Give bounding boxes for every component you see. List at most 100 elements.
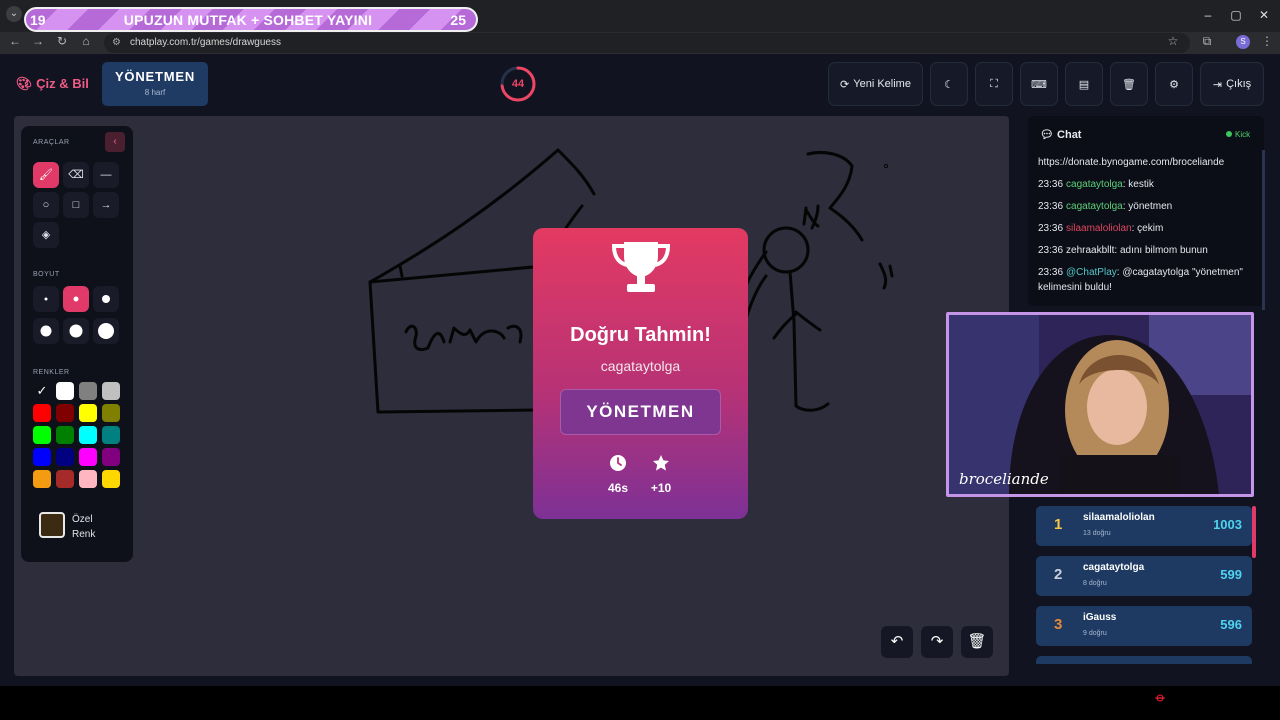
color-swatch[interactable]	[33, 470, 51, 488]
size-option-xs[interactable]	[33, 286, 59, 312]
channel-logo-icon: ⦵	[1154, 688, 1167, 705]
color-swatch[interactable]	[102, 426, 120, 444]
brush-tool[interactable]: 🖌︎	[33, 162, 59, 188]
color-swatch[interactable]	[79, 404, 97, 422]
url-field[interactable]: ⚙ chatplay.com.tr/games/drawguess	[104, 33, 1190, 53]
color-swatch[interactable]	[56, 426, 74, 444]
custom-color-picker[interactable]	[39, 512, 65, 538]
refresh-icon: ⟳	[840, 78, 850, 91]
trash-icon: 🗑︎	[1122, 78, 1136, 91]
chat-panel: 💬︎ Chat Kick https://donate.bynogame.com…	[1028, 116, 1264, 306]
color-swatch[interactable]	[33, 404, 51, 422]
current-word: YÖNETMEN	[114, 69, 196, 84]
size-option-s[interactable]	[63, 286, 89, 312]
site-info-icon[interactable]: ⚙	[112, 33, 121, 53]
redo-button[interactable]: ↷	[921, 626, 953, 658]
color-swatch[interactable]	[102, 448, 120, 466]
leaderboard-row[interactable]: 2 cagataytolga 8 doğru 599	[1036, 556, 1252, 596]
size-option-xxl[interactable]	[93, 318, 119, 344]
arrow-tool[interactable]: →	[93, 192, 119, 218]
square-icon: □	[72, 199, 80, 211]
redo-icon: ↷	[930, 633, 944, 650]
leaderboard-scrollbar[interactable]	[1252, 506, 1256, 558]
size-option-xl[interactable]	[63, 318, 89, 344]
leaderboard-correct-count: 8 doğru	[1083, 580, 1107, 587]
current-word-card: YÖNETMEN 8 harf	[102, 62, 208, 106]
dark-mode-button[interactable]: ☾	[930, 62, 968, 106]
word-letter-count: 8 harf	[144, 88, 166, 97]
back-icon[interactable]: ←	[6, 34, 24, 48]
reload-icon[interactable]: ↻	[53, 34, 71, 48]
tab-list-icon[interactable]: ⌄	[6, 6, 22, 22]
leaderboard-row[interactable]: 1 silaamaloliolan 13 doğru 1003	[1036, 506, 1252, 546]
chat-message-user[interactable]: zehraakbllt	[1066, 245, 1114, 256]
chat-message-time: 23:36	[1038, 201, 1064, 212]
keyboard-button[interactable]: ⌨	[1020, 62, 1058, 106]
circle-tool[interactable]: ○	[33, 192, 59, 218]
trash-icon: 🗑︎	[967, 633, 987, 650]
leaderboard-correct-count: 13 doğru	[1083, 530, 1111, 537]
line-tool[interactable]: —	[93, 162, 119, 188]
fullscreen-button[interactable]: ⛶	[975, 62, 1013, 106]
color-swatch[interactable]	[79, 448, 97, 466]
chat-message-time: 23:36	[1038, 179, 1064, 190]
new-word-button[interactable]: ⟳ Yeni Kelime	[828, 62, 923, 106]
custom-color-label: Özel Renk	[72, 512, 95, 542]
home-icon[interactable]: ⌂	[77, 34, 95, 48]
collapse-panel-button[interactable]: ‹	[105, 132, 125, 152]
extensions-icon[interactable]: ⧉	[1198, 34, 1216, 49]
undo-button[interactable]: ↶	[881, 626, 913, 658]
clear-canvas-button[interactable]: 🗑︎	[961, 626, 993, 658]
size-option-m[interactable]	[93, 286, 119, 312]
color-swatch[interactable]: ✓	[33, 382, 51, 400]
forward-icon[interactable]: →	[29, 34, 47, 48]
archive-button[interactable]: ▤	[1065, 62, 1103, 106]
color-swatch[interactable]	[56, 404, 74, 422]
color-swatch[interactable]	[56, 448, 74, 466]
chat-message-user[interactable]: cagataytolga	[1066, 179, 1123, 190]
color-swatch[interactable]	[56, 382, 74, 400]
chat-message-user[interactable]: cagataytolga	[1066, 201, 1123, 212]
color-swatch[interactable]	[33, 426, 51, 444]
color-swatch[interactable]	[102, 382, 120, 400]
close-icon[interactable]: ✕	[1254, 8, 1274, 22]
profile-avatar[interactable]: S	[1236, 35, 1250, 49]
browser-menu-icon[interactable]: ⋮	[1258, 34, 1276, 48]
chat-message-text: : yönetmen	[1122, 201, 1173, 212]
chat-message: https://donate.bynogame.com/broceliande	[1038, 155, 1260, 170]
minimize-icon[interactable]: –	[1198, 8, 1218, 22]
color-swatch[interactable]	[79, 382, 97, 400]
chat-message-user[interactable]: silaamaloliolan	[1066, 223, 1132, 234]
color-swatch[interactable]	[33, 448, 51, 466]
leaderboard-row[interactable]: 3 iGauss 9 doğru 596	[1036, 606, 1252, 646]
chat-message: 23:36 zehraakbllt: adını bilmom bunun	[1038, 243, 1260, 258]
sign-out-icon: ⇥	[1212, 78, 1223, 91]
clock-icon	[610, 455, 626, 471]
custom-color-label-line1: Özel	[72, 514, 93, 525]
result-winner: cagataytolga	[600, 358, 681, 374]
arrow-right-icon: →	[100, 199, 112, 211]
settings-button[interactable]: ⚙	[1155, 62, 1193, 106]
leaderboard-name: cagataytolga	[1083, 562, 1145, 573]
result-word: YÖNETMEN	[560, 389, 721, 435]
color-swatch[interactable]	[79, 470, 97, 488]
gear-icon: ⚙	[1169, 78, 1179, 91]
rectangle-tool[interactable]: □	[63, 192, 89, 218]
delete-button[interactable]: 🗑︎	[1110, 62, 1148, 106]
chat-message-user[interactable]: @ChatPlay	[1066, 267, 1117, 278]
maximize-icon[interactable]: ▢	[1226, 8, 1246, 22]
app-logo[interactable]: 🎨︎ Çiz & Bil	[16, 76, 89, 92]
fill-tool[interactable]: ◈	[33, 222, 59, 248]
chat-scrollbar[interactable]	[1262, 150, 1265, 310]
exit-button[interactable]: ⇥ Çıkış	[1200, 62, 1264, 106]
color-swatch[interactable]	[102, 470, 120, 488]
undo-icon: ↶	[890, 633, 904, 650]
color-swatch[interactable]	[56, 470, 74, 488]
result-time-value: 46s	[607, 481, 629, 495]
bookmark-star-icon[interactable]: ☆	[1164, 34, 1182, 48]
color-swatch[interactable]	[79, 426, 97, 444]
eraser-tool[interactable]: ⌫	[63, 162, 89, 188]
color-swatch[interactable]	[102, 404, 120, 422]
size-option-l[interactable]	[33, 318, 59, 344]
trophy-icon	[611, 242, 671, 292]
